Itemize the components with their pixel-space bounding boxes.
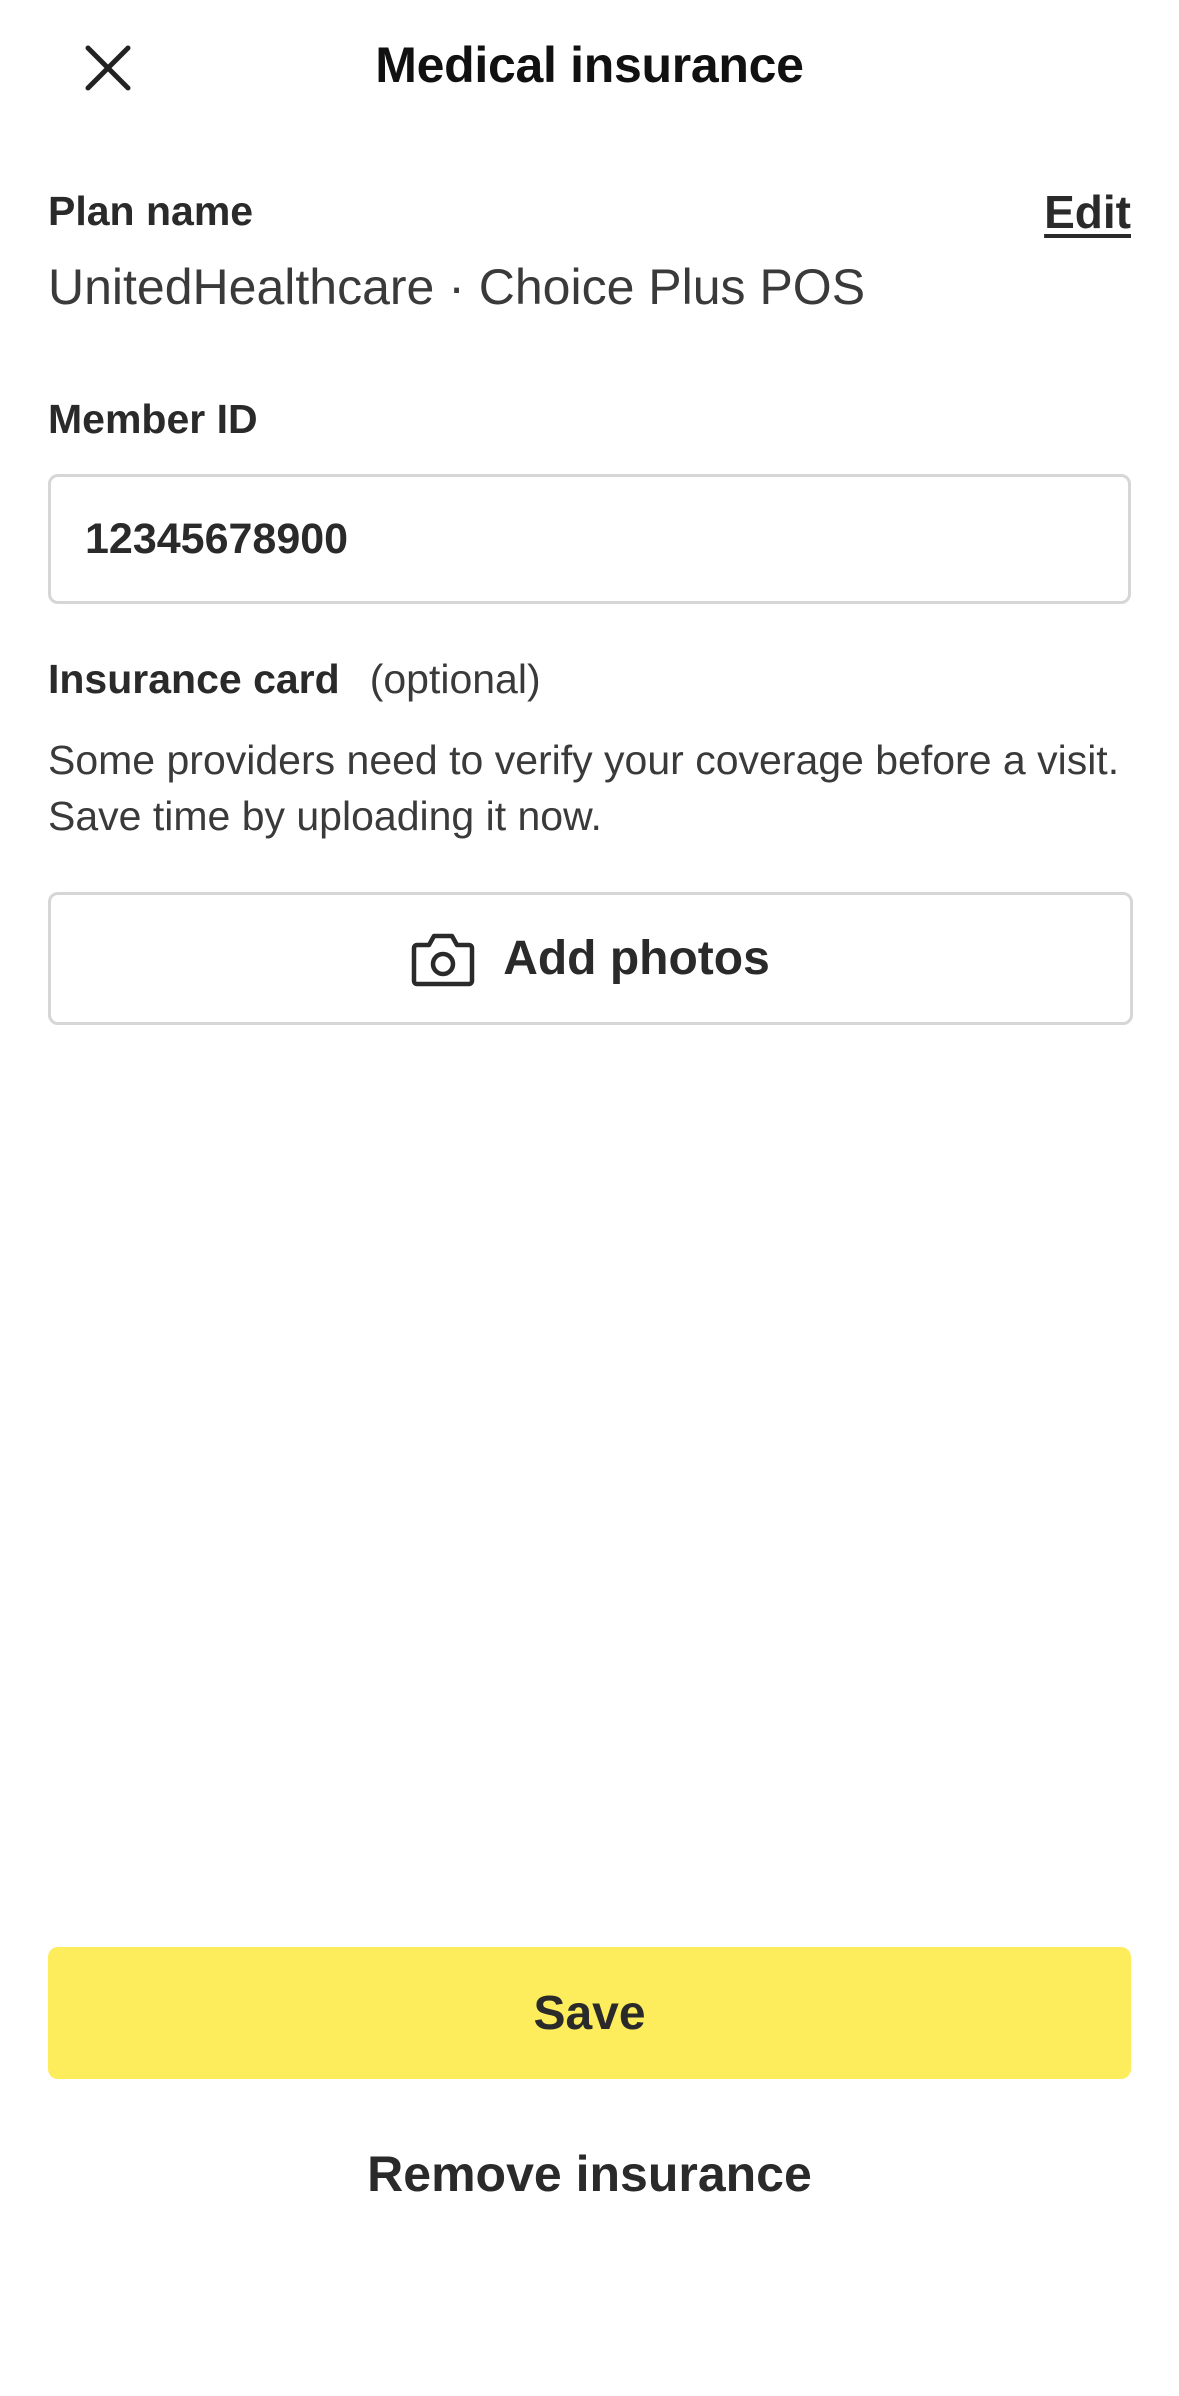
member-id-input[interactable] (48, 474, 1131, 604)
insurance-card-description: Some providers need to verify your cover… (48, 737, 1120, 839)
add-photos-button[interactable]: Add photos (48, 892, 1133, 1025)
insurance-card-label: Insurance card (48, 656, 340, 702)
header: Medical insurance (0, 0, 1179, 136)
save-button[interactable]: Save (48, 1947, 1131, 2079)
add-photos-label: Add photos (503, 932, 770, 985)
plan-name-value: UnitedHealthcare · Choice Plus POS (48, 259, 866, 315)
plan-name-label: Plan name (48, 188, 254, 234)
insurance-card-heading: Insurance card (optional) (48, 656, 541, 703)
save-label: Save (533, 1986, 646, 2040)
optional-label: (optional) (369, 656, 541, 702)
page-title: Medical insurance (375, 37, 804, 93)
remove-insurance-button[interactable]: Remove insurance (0, 2145, 1179, 2203)
edit-plan-link[interactable]: Edit (1044, 185, 1131, 239)
camera-icon (411, 929, 475, 989)
member-id-label: Member ID (48, 396, 258, 442)
